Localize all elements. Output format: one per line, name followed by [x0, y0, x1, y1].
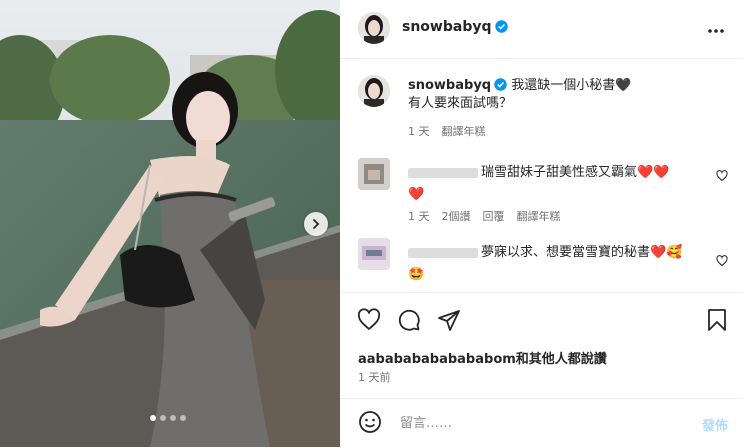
carousel-indicator [150, 415, 186, 421]
caption-text: snowbabyq 我還缺一個小秘書🖤 有人要來面試嗎？ [408, 77, 708, 113]
post-panel: snowbabyq snowbabyq 我還缺一個小秘書🖤 有人要來面試嗎？ 1… [340, 0, 743, 447]
comment-composer: 發佈 [340, 398, 743, 448]
comment-body: 瑞雪甜妹子甜美性感又霸氣❤️❤️ [481, 165, 670, 180]
verified-icon [494, 20, 508, 33]
comment-item: 夢寐以求、想要當雪寶的秘書❤️🥰 🤩 [358, 238, 728, 288]
comment-like-icon[interactable] [716, 255, 728, 267]
caption-age: 1 天 [408, 125, 430, 138]
verified-icon [494, 78, 507, 91]
post-photo [0, 0, 340, 447]
comment-text: 瑞雪甜妹子甜美性感又霸氣❤️❤️ ❤️ [408, 162, 708, 206]
reply-link[interactable]: 回覆 [483, 208, 505, 224]
username-text[interactable]: snowbabyq [402, 19, 492, 35]
caption-translate-link[interactable]: 翻譯年糕 [442, 123, 486, 139]
more-options-button[interactable] [707, 18, 725, 39]
chevron-right-icon [313, 219, 320, 229]
caption-meta: 1 天 翻譯年糕 [408, 123, 486, 139]
comment-avatar[interactable] [358, 238, 390, 270]
comments-section: snowbabyq 我還缺一個小秘書🖤 有人要來面試嗎？ 1 天 翻譯年糕 瑞雪… [340, 58, 743, 293]
comment-avatar[interactable] [358, 158, 390, 190]
caption-avatar[interactable] [358, 75, 390, 107]
author-avatar[interactable] [358, 12, 390, 44]
comment-input[interactable] [398, 409, 692, 437]
comment-translate-link[interactable]: 翻譯年糕 [517, 208, 561, 224]
comment-item: 瑞雪甜妹子甜美性感又霸氣❤️❤️ ❤️ 1 天 2個讚 回覆 翻譯年糕 [358, 158, 728, 228]
post-time: 1 天前 [358, 371, 391, 384]
comment-meta: 1 天 2個讚 回覆 翻譯年糕 [408, 208, 561, 224]
carousel-dot [170, 415, 176, 421]
more-icon [708, 29, 724, 33]
likes-summary[interactable]: aabababababababom和其他人都說讚 [358, 348, 607, 367]
comment-body: 夢寐以求、想要當雪寶的秘書❤️🥰 [481, 245, 683, 260]
photo-image [0, 0, 340, 447]
carousel-dot [180, 415, 186, 421]
comment-age: 1 天 [408, 210, 430, 223]
post-header: snowbabyq [340, 0, 743, 59]
caption-username[interactable]: snowbabyq [408, 78, 491, 93]
next-slide-button[interactable] [304, 212, 328, 236]
likes-text[interactable]: aabababababababom和其他人都說讚 [358, 352, 607, 367]
comment-body-cont: 🤩 [408, 267, 425, 282]
comment-body-cont: ❤️ [408, 187, 425, 202]
blurred-username [408, 247, 478, 258]
author-username[interactable]: snowbabyq [402, 19, 508, 35]
caption-line-2: 有人要來面試嗎？ [408, 96, 513, 111]
bookmark-icon[interactable] [706, 308, 728, 332]
heart-icon[interactable] [357, 308, 381, 332]
carousel-dot [160, 415, 166, 421]
comment-like-icon[interactable] [716, 170, 728, 182]
caption-row: snowbabyq 我還缺一個小秘書🖤 有人要來面試嗎？ 1 天 翻譯年糕 [358, 75, 728, 145]
post-comment-button[interactable]: 發佈 [702, 415, 728, 434]
carousel-dot [150, 415, 156, 421]
comment-icon[interactable] [397, 308, 421, 332]
blurred-username [408, 167, 478, 178]
emoji-icon[interactable] [358, 410, 382, 434]
comment-text: 夢寐以求、想要當雪寶的秘書❤️🥰 🤩 [408, 242, 708, 286]
caption-line-1: 我還缺一個小秘書🖤 [511, 78, 632, 93]
share-icon[interactable] [437, 308, 461, 332]
comment-likes[interactable]: 2個讚 [442, 208, 471, 224]
